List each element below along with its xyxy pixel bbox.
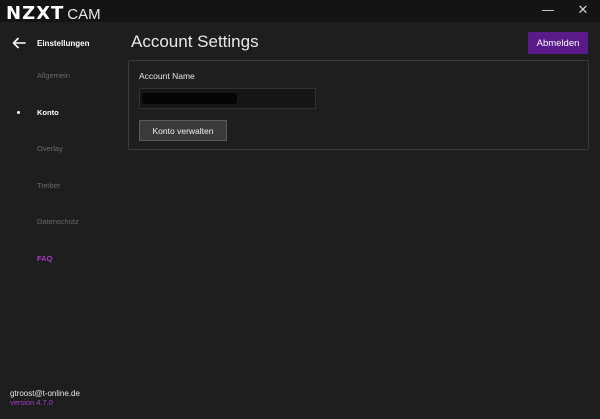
sidebar-item-treiber[interactable]: Treiber: [37, 180, 60, 192]
user-email: gtroost@t-online.de: [10, 389, 80, 398]
account-card: Account Name Konto verwalten: [128, 60, 589, 150]
app-version: version 4.7.0: [10, 398, 53, 407]
account-name-label: Account Name: [139, 71, 195, 81]
brand-cam: CAM: [67, 6, 101, 23]
sidebar-item-allgemein[interactable]: Allgemein: [37, 70, 70, 82]
arrow-left-icon: [12, 37, 26, 49]
manage-account-button[interactable]: Konto verwalten: [139, 120, 227, 141]
close-icon[interactable]: ✕: [575, 3, 591, 19]
sidebar-item-konto[interactable]: Konto: [37, 107, 59, 119]
minimize-icon[interactable]: —: [540, 3, 556, 19]
sidebar-item-datenschutz[interactable]: Datenschutz: [37, 216, 79, 228]
sidebar-item-faq[interactable]: FAQ: [37, 253, 52, 265]
brand-nzxt: NZXT: [6, 3, 65, 24]
active-indicator: [17, 111, 20, 114]
title-bar: NZXT CAM — ✕: [0, 0, 600, 24]
sidebar: Einstellungen Allgemein Konto Overlay Tr…: [0, 22, 114, 419]
page-title: Account Settings: [131, 32, 259, 51]
back-button[interactable]: Einstellungen: [12, 35, 89, 51]
sidebar-item-overlay[interactable]: Overlay: [37, 143, 63, 155]
back-label: Einstellungen: [37, 38, 90, 48]
redacted-account-name: [142, 93, 237, 104]
app-logo: NZXT CAM: [6, 3, 101, 24]
account-name-field: [139, 88, 316, 109]
logout-button[interactable]: Abmelden: [528, 32, 588, 54]
